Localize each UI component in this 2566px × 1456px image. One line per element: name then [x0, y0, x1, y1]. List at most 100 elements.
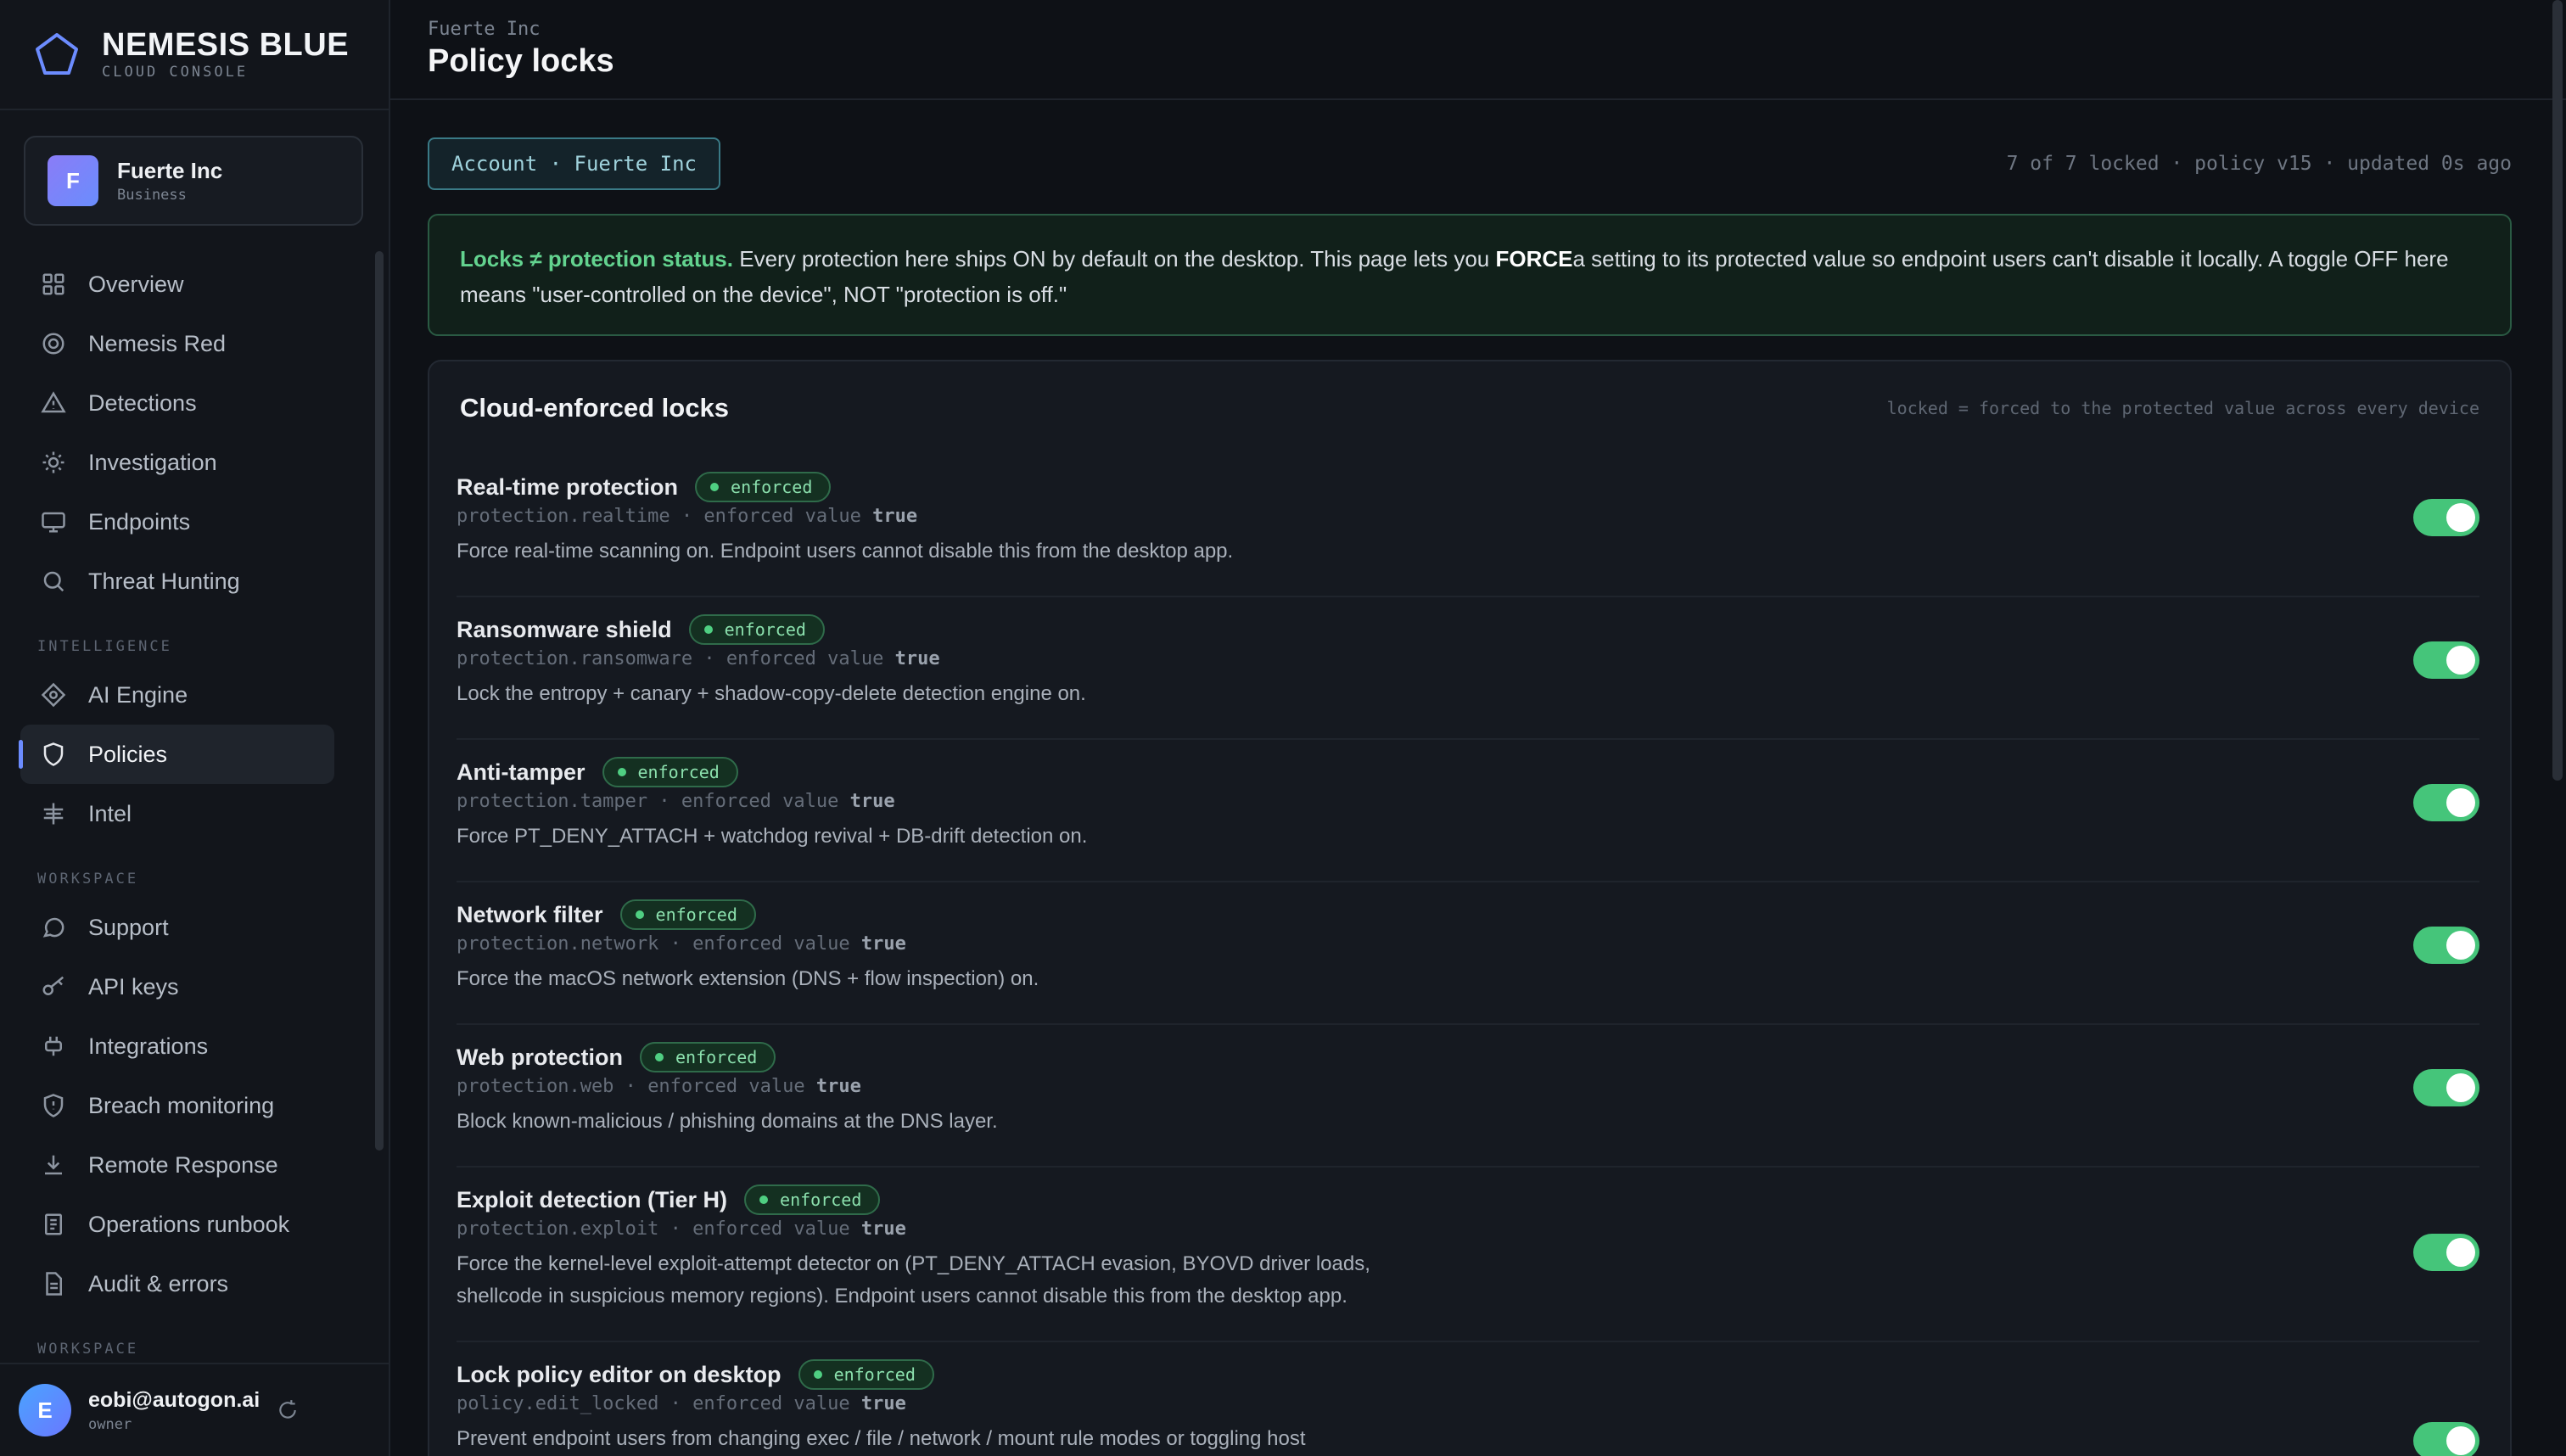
lock-key: protection.network · enforced value true [457, 933, 2479, 955]
brand[interactable]: NEMESIS BLUE CLOUD CONSOLE [0, 0, 389, 110]
bug-icon [41, 450, 66, 475]
lock-toggle[interactable] [2413, 1234, 2479, 1271]
lock-description: Block known-malicious / phishing domains… [457, 1110, 998, 1133]
status-dot-icon [703, 625, 713, 634]
lock-key-value-label: enforced value [692, 1393, 850, 1414]
lock-key-value-label: enforced value [692, 1218, 850, 1240]
lock-description: Force PT_DENY_ATTACH + watchdog revival … [457, 825, 1088, 848]
sidebar-item-threat-hunting[interactable]: Threat Hunting [20, 552, 334, 611]
lock-title: Anti-tamper [457, 759, 585, 785]
lock-description: Prevent endpoint users from changing exe… [457, 1427, 1306, 1450]
panel-hint: locked = forced to the protected value a… [1886, 398, 2479, 418]
sidebar-item-label: AI Engine [88, 681, 188, 708]
badge-label: enforced [780, 1190, 862, 1210]
badge-label: enforced [655, 904, 737, 925]
refresh-icon[interactable] [277, 1399, 299, 1421]
sidebar-item-label: Overview [88, 271, 184, 297]
sidebar-item-integrations[interactable]: Integrations [20, 1016, 334, 1076]
sidebar-item-breach-monitoring[interactable]: Breach monitoring [20, 1076, 334, 1135]
page-title: Policy locks [428, 43, 614, 79]
lock-key-separator: · [658, 933, 693, 955]
sidebar-item-overview[interactable]: Overview [20, 255, 334, 314]
lock-title: Real-time protection [457, 473, 679, 500]
breadcrumb[interactable]: Fuerte Inc [428, 19, 2566, 40]
status-dot-icon [759, 1196, 769, 1204]
sidebar-item-label: Support [88, 914, 169, 940]
monitor-icon [41, 509, 66, 535]
sidebar-item-policies[interactable]: Policies [19, 725, 334, 784]
sidebar-item-label: Endpoints [88, 508, 191, 535]
warning-triangle-icon [41, 390, 66, 416]
lock-toggle[interactable] [2413, 1422, 2479, 1456]
user-menu[interactable]: E eobi@autogon.ai owner [0, 1363, 389, 1456]
scope-chip[interactable]: Account · Fuerte Inc [428, 137, 720, 190]
plug-icon [41, 1033, 66, 1059]
sidebar-item-label: Audit & errors [88, 1270, 229, 1296]
lock-status-summary: 7 of 7 locked · policy v15 · updated 0s … [2006, 153, 2512, 175]
lock-toggle[interactable] [2413, 499, 2479, 536]
sidebar-item-endpoints[interactable]: Endpoints [20, 492, 334, 552]
sidebar-item-support[interactable]: Support [20, 898, 334, 957]
status-dot-icon [655, 1053, 664, 1061]
sidebar-item-detections[interactable]: Detections [20, 373, 334, 433]
lock-title: Lock policy editor on desktop [457, 1361, 782, 1387]
sidebar-scrollbar[interactable] [375, 251, 384, 1151]
sidebar-item-api-keys[interactable]: API keys [20, 957, 334, 1016]
org-plan: Business [117, 187, 187, 204]
sidebar-item-ai-engine[interactable]: AI Engine [20, 665, 334, 725]
lock-key-path: policy.edit_locked [457, 1393, 659, 1414]
sidebar-item-nemesis-red[interactable]: Nemesis Red [20, 314, 334, 373]
notice-text-1: Every protection here ships ON by defaul… [733, 246, 1496, 272]
sidebar-item-operations-runbook[interactable]: Operations runbook [20, 1195, 334, 1254]
org-name: Fuerte Inc [117, 158, 223, 183]
enforced-badge: enforced [619, 899, 756, 930]
sidebar-item-label: Nemesis Red [88, 330, 227, 356]
toggle-knob [2446, 788, 2475, 817]
lock-key-separator: · [692, 648, 726, 669]
book-icon [41, 1212, 66, 1237]
main-scrollbar[interactable] [2552, 0, 2563, 781]
org-switcher[interactable]: F Fuerte Inc Business [24, 136, 363, 226]
lock-key-separator: · [670, 506, 704, 527]
toggle-knob [2446, 1073, 2475, 1102]
user-email: eobi@autogon.ai [88, 1387, 261, 1412]
badge-label: enforced [724, 619, 806, 640]
sidebar-item-intel[interactable]: Intel [20, 784, 334, 843]
lock-toggle[interactable] [2413, 641, 2479, 679]
status-dot-icon [635, 910, 644, 919]
info-notice: Locks ≠ protection status. Every protect… [428, 214, 2512, 336]
search-icon [41, 568, 66, 594]
lock-key-separator: · [658, 1218, 693, 1240]
toggle-knob [2446, 931, 2475, 960]
lock-row: Exploit detection (Tier H) enforced protec… [457, 1168, 2479, 1342]
lock-description: Force the kernel-level exploit-attempt d… [457, 1252, 1370, 1308]
status-dot-icon [813, 1370, 822, 1379]
sidebar-item-investigation[interactable]: Investigation [20, 433, 334, 492]
lock-row: Lock policy editor on desktop enforced pol… [457, 1342, 2479, 1456]
lock-key-value-label: enforced value [647, 1076, 805, 1097]
document-icon [41, 1271, 66, 1296]
shield-alert-icon [41, 1093, 66, 1118]
sidebar-item-label: Breach monitoring [88, 1092, 275, 1118]
panel-title: Cloud-enforced locks [460, 393, 729, 423]
lock-toggle[interactable] [2413, 784, 2479, 821]
enforced-badge: enforced [798, 1359, 934, 1390]
sidebar-nav: Overview Nemesis Red Detections Investig… [0, 255, 373, 1368]
status-dot-icon [617, 768, 626, 776]
lock-key-path: protection.web [457, 1076, 614, 1097]
enforced-badge: enforced [688, 614, 825, 645]
lock-title-line: Web protection enforced [457, 1040, 2479, 1074]
sidebar-item-audit-errors[interactable]: Audit & errors [20, 1254, 334, 1313]
lock-key-path: protection.ransomware [457, 648, 693, 669]
status-dot-icon [710, 483, 720, 491]
pentagon-logo-icon [36, 33, 78, 75]
diamond-icon [41, 682, 66, 708]
lock-key-value-label: enforced value [681, 791, 839, 812]
network-icon [41, 801, 66, 826]
sidebar-item-label: Remote Response [88, 1151, 278, 1178]
sidebar-item-label: Policies [88, 741, 168, 767]
sidebar-item-remote-response[interactable]: Remote Response [20, 1135, 334, 1195]
lock-title-line: Exploit detection (Tier H) enforced [457, 1183, 2479, 1217]
lock-toggle[interactable] [2413, 1069, 2479, 1106]
lock-toggle[interactable] [2413, 927, 2479, 964]
